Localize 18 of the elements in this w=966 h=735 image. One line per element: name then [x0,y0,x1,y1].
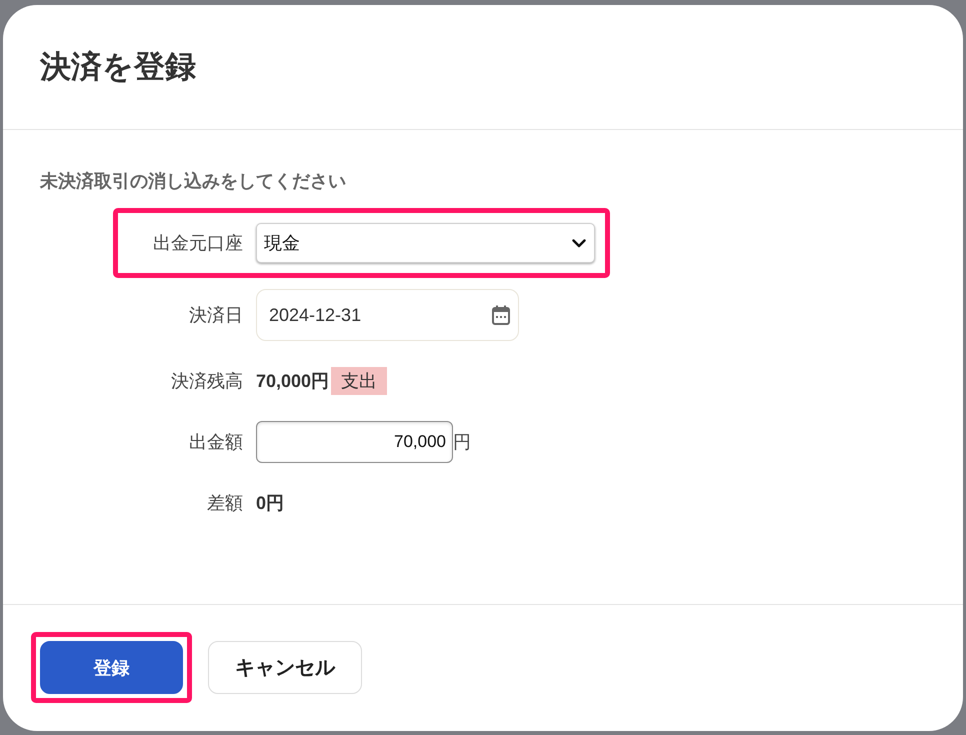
account-select[interactable]: 現金 [256,223,595,263]
field-label: 出金額 [188,431,243,454]
date-field[interactable]: 2024-12-31 [256,289,519,341]
register-button[interactable]: 登録 [40,641,183,694]
amount-field[interactable]: 70,000 [256,421,453,463]
field-label: 決済日 [188,304,243,327]
field-label: 出金元口座 [152,232,243,255]
chevron-down-icon [572,238,586,248]
field-label: 差額 [206,492,243,515]
calendar-icon [492,305,510,325]
amount-value: 70,000円 [256,370,330,393]
unit-label: 円 [453,431,471,454]
expense-tag: 支出 [331,367,388,395]
dialog-title: 決済を登録 [40,48,196,86]
field-label: 決済残高 [170,370,243,393]
cancel-button[interactable]: キャンセル [208,641,362,694]
amount-value: 0円 [256,492,284,515]
instruction-text: 未決済取引の消し込みをしてください [40,170,347,193]
